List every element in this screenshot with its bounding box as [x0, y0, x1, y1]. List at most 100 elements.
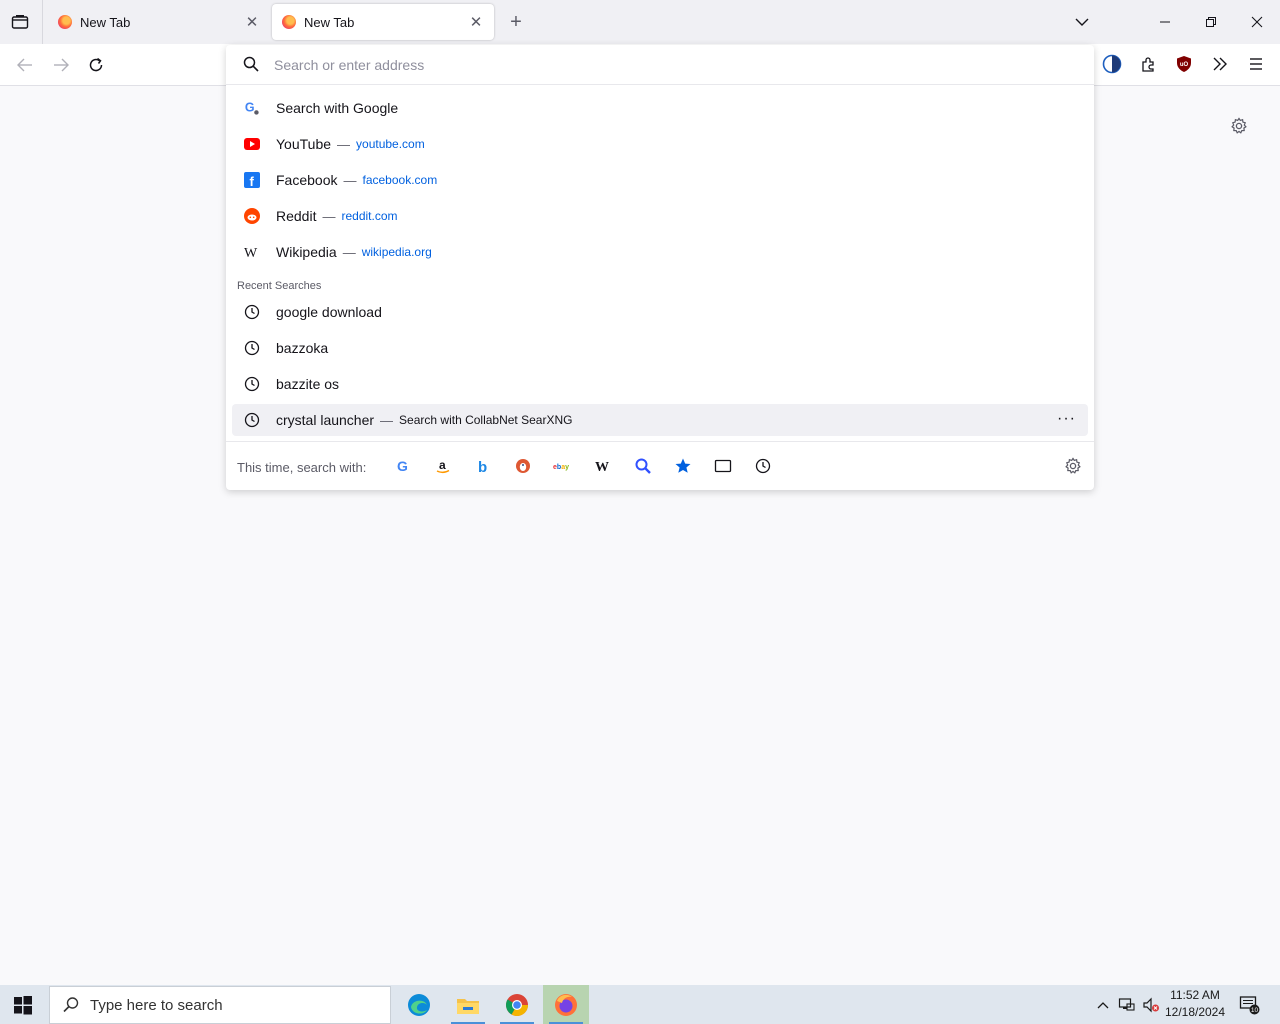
- firefox-icon: [555, 993, 577, 1016]
- suggestion-url: facebook.com: [362, 173, 438, 187]
- more-options-button[interactable]: ···: [1057, 410, 1076, 428]
- history-icon[interactable]: [752, 455, 774, 477]
- close-window-button[interactable]: [1245, 10, 1269, 34]
- folder-icon: [457, 998, 479, 1014]
- search-settings-button[interactable]: [1062, 455, 1084, 477]
- wikipedia-icon[interactable]: W: [592, 455, 614, 477]
- suggestion-separator: —: [342, 244, 356, 260]
- tabs-icon[interactable]: [712, 455, 734, 477]
- dark-reader-extension-button[interactable]: [1100, 52, 1124, 76]
- taskbar-chrome-button[interactable]: [494, 985, 540, 1024]
- tab-separator: [42, 0, 43, 44]
- firefox-view-icon: [11, 15, 29, 29]
- suggestion-facebook[interactable]: f Facebook — facebook.com: [232, 164, 1088, 196]
- suggestion-separator: —: [380, 412, 394, 428]
- windows-taskbar: Type here to search 11:52 AM 12/18/2024 …: [0, 985, 1280, 1024]
- start-button[interactable]: [12, 994, 34, 1016]
- recent-searches-label: Recent Searches: [237, 280, 322, 292]
- urlbar-dropdown: G Search with Google YouTube — youtube.c…: [226, 45, 1094, 490]
- urlbar-input[interactable]: [274, 53, 1074, 77]
- minimize-button[interactable]: [1153, 10, 1177, 34]
- edge-icon: [408, 993, 430, 1016]
- suggestion-title: YouTube: [276, 136, 332, 152]
- ebay-icon[interactable]: ebay: [552, 455, 574, 477]
- firefox-favicon-icon: [282, 15, 296, 29]
- bing-icon[interactable]: b: [472, 455, 494, 477]
- ublock-origin-button[interactable]: uO: [1172, 52, 1196, 76]
- wikipedia-icon: W: [244, 244, 260, 260]
- show-hidden-icons-button[interactable]: [1093, 995, 1113, 1015]
- restore-button[interactable]: [1199, 10, 1223, 34]
- suggestion-separator: —: [343, 172, 357, 188]
- clock-date: 12/18/2024: [1164, 1005, 1226, 1019]
- taskbar-file-explorer-button[interactable]: [445, 985, 491, 1024]
- search-action-label: Search with CollabNet SearXNG: [399, 413, 573, 427]
- searxng-icon[interactable]: [632, 455, 654, 477]
- recent-search-item[interactable]: bazzoka: [232, 332, 1088, 364]
- tab-active[interactable]: New Tab ✕: [272, 4, 494, 40]
- notification-count: 10: [1251, 1007, 1259, 1014]
- hamburger-menu-icon: [1250, 58, 1262, 70]
- gear-icon: [1065, 457, 1081, 474]
- more-tools-button[interactable]: [1208, 52, 1232, 76]
- svg-text:uO: uO: [1180, 62, 1189, 68]
- suggestion-wikipedia[interactable]: W Wikipedia — wikipedia.org: [232, 236, 1088, 268]
- action-center-button[interactable]: 10: [1238, 995, 1262, 1015]
- svg-text:G: G: [397, 458, 408, 474]
- amazon-icon[interactable]: a: [432, 455, 454, 477]
- taskbar-search-box[interactable]: Type here to search: [49, 986, 391, 1024]
- tab-label: New Tab: [304, 14, 355, 30]
- svg-text:f: f: [250, 174, 255, 188]
- firefox-view-button[interactable]: [8, 10, 32, 34]
- duckduckgo-icon[interactable]: [512, 455, 534, 477]
- close-tab-icon[interactable]: ✕: [244, 13, 260, 31]
- google-icon[interactable]: G: [392, 455, 414, 477]
- taskbar-clock[interactable]: 11:52 AM 12/18/2024: [1162, 987, 1228, 1021]
- history-icon: [244, 376, 260, 392]
- extensions-button[interactable]: [1137, 52, 1161, 76]
- taskbar-edge-button[interactable]: [396, 985, 442, 1024]
- close-tab-icon[interactable]: ✕: [468, 13, 484, 31]
- new-tab-button[interactable]: +: [504, 10, 528, 34]
- back-button[interactable]: [13, 53, 37, 77]
- chevron-up-icon: [1097, 1002, 1109, 1009]
- svg-text:a: a: [439, 458, 446, 472]
- urlbar: [226, 45, 1094, 85]
- contrast-icon: [1102, 54, 1122, 74]
- reload-button[interactable]: [84, 53, 108, 77]
- network-icon: [1118, 998, 1135, 1011]
- suggestion-youtube[interactable]: YouTube — youtube.com: [232, 128, 1088, 160]
- tab-strip: New Tab ✕ New Tab ✕ +: [0, 0, 1280, 44]
- suggestion-title: Reddit: [276, 208, 317, 224]
- list-all-tabs-button[interactable]: [1072, 12, 1092, 32]
- suggestion-search-with-google[interactable]: G Search with Google: [232, 92, 1088, 124]
- volume-button[interactable]: [1141, 995, 1161, 1015]
- google-icon: G: [244, 100, 260, 116]
- one-off-search-buttons: This time, search with: G a b ebay W: [226, 441, 1094, 490]
- suggestion-separator: —: [337, 136, 351, 152]
- tab-inactive[interactable]: New Tab ✕: [48, 4, 270, 40]
- suggestion-reddit[interactable]: Reddit — reddit.com: [232, 200, 1088, 232]
- svg-text:b: b: [478, 459, 487, 474]
- recent-search-item[interactable]: google download: [232, 296, 1088, 328]
- svg-text:W: W: [244, 246, 258, 259]
- one-off-label: This time, search with:: [237, 460, 367, 475]
- new-tab-settings-button[interactable]: [1228, 115, 1250, 137]
- suggestion-url: reddit.com: [341, 209, 398, 223]
- forward-button[interactable]: [49, 53, 73, 77]
- app-menu-button[interactable]: [1244, 52, 1268, 76]
- taskbar-firefox-button[interactable]: [543, 985, 589, 1024]
- bookmarks-star-icon[interactable]: [672, 455, 694, 477]
- suggestion-url: wikipedia.org: [361, 245, 432, 259]
- gear-icon: [1231, 117, 1247, 134]
- youtube-icon: [244, 136, 260, 152]
- recent-search-title: bazzite os: [276, 376, 340, 392]
- suggestion-url: youtube.com: [356, 137, 425, 151]
- taskbar-search-placeholder: Type here to search: [90, 996, 223, 1014]
- recent-search-item[interactable]: bazzite os: [232, 368, 1088, 400]
- suggestion-title: Wikipedia: [276, 244, 337, 260]
- tab-label: New Tab: [80, 14, 131, 30]
- recent-search-item-selected[interactable]: crystal launcher — Search with CollabNet…: [232, 404, 1088, 436]
- restore-icon: [1206, 17, 1216, 27]
- network-button[interactable]: [1117, 995, 1137, 1015]
